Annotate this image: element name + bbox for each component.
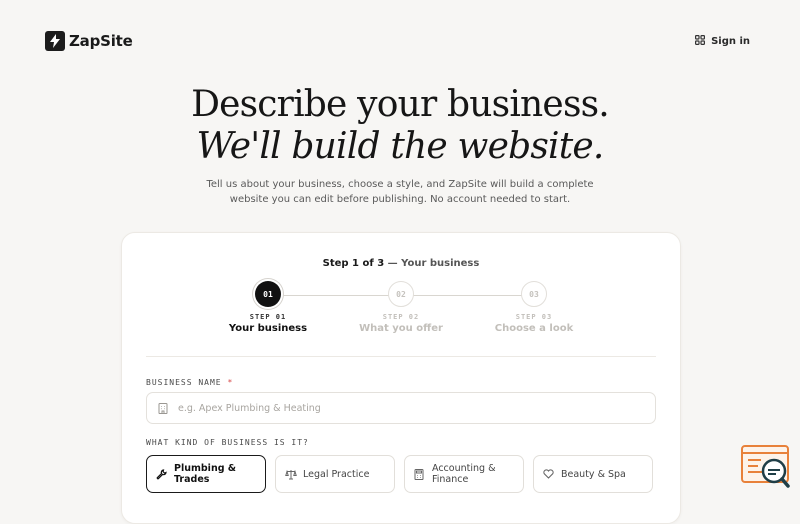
hero-subtitle-line1: Tell us about your business, choose a st…	[206, 179, 594, 190]
step-current: Step 1 of 3	[322, 258, 385, 269]
business-name-placeholder: e.g. Apex Plumbing & Heating	[178, 402, 321, 414]
option-plumbing-trades[interactable]: Plumbing & Trades	[146, 455, 266, 493]
option-line1: Accounting &	[432, 463, 496, 474]
hero-title-line1: Describe your business.	[191, 84, 610, 125]
step-1-circle: 01	[255, 281, 281, 307]
option-plumbing-trades-label: Plumbing & Trades	[174, 463, 236, 485]
option-beauty-spa[interactable]: Beauty & Spa	[533, 455, 653, 493]
option-accounting-finance-label: Accounting & Finance	[432, 463, 495, 485]
step-name: Your business	[401, 258, 480, 269]
step-1[interactable]: 01 STEP 01 Your business	[203, 281, 333, 334]
step-3-circle: 03	[521, 281, 547, 307]
hero-subtitle: Tell us about your business, choose a st…	[0, 177, 800, 207]
business-name-input[interactable]: e.g. Apex Plumbing & Heating	[146, 392, 656, 424]
divider	[146, 356, 656, 357]
grid-icon	[695, 35, 706, 48]
sign-in-label: Sign in	[711, 36, 750, 47]
step-header: Step 1 of 3 — Your business	[122, 258, 680, 269]
step-1-number: STEP 01	[249, 313, 287, 321]
option-line2: Trades	[174, 474, 210, 485]
sign-in-button[interactable]: Sign in	[695, 35, 750, 48]
help-widget-button[interactable]	[741, 445, 791, 489]
step-3-label: Choose a look	[494, 323, 574, 334]
step-2-label: What you offer	[359, 323, 443, 334]
step-3-number: STEP 03	[515, 313, 553, 321]
business-name-label-text: BUSINESS NAME	[146, 378, 222, 387]
option-beauty-spa-label: Beauty & Spa	[561, 468, 626, 480]
step-separator: —	[384, 258, 402, 269]
wizard-card: Step 1 of 3 — Your business 01 STEP 01 Y…	[121, 232, 681, 524]
search-help-icon	[741, 445, 790, 488]
business-name-label: BUSINESS NAME *	[146, 378, 233, 387]
lightning-bolt-icon	[45, 31, 65, 51]
brand-logo[interactable]: ZapSite	[45, 31, 133, 51]
calculator-icon	[414, 468, 426, 480]
building-icon	[158, 402, 170, 414]
option-accounting-finance[interactable]: Accounting & Finance	[404, 455, 524, 493]
option-legal-practice-label: Legal Practice	[303, 468, 370, 480]
business-kind-options: Plumbing & Trades Legal Practice Account…	[146, 455, 653, 493]
wrench-icon	[156, 468, 168, 480]
required-mark: *	[227, 378, 234, 387]
heart-icon	[543, 469, 555, 479]
hero-subtitle-line2: website you can edit before publishing. …	[229, 194, 571, 205]
option-legal-practice[interactable]: Legal Practice	[275, 455, 395, 493]
option-line1: Plumbing &	[174, 463, 237, 474]
step-3[interactable]: 03 STEP 03 Choose a look	[469, 281, 599, 334]
scales-icon	[285, 469, 297, 480]
option-line2: Finance	[432, 474, 469, 485]
step-2-number: STEP 02	[382, 313, 420, 321]
business-kind-label: WHAT KIND OF BUSINESS IS IT?	[146, 438, 309, 447]
hero-title-line2: We'll build the website.	[196, 126, 604, 167]
step-2-circle: 02	[388, 281, 414, 307]
step-2[interactable]: 02 STEP 02 What you offer	[336, 281, 466, 334]
brand-name: ZapSite	[69, 32, 133, 50]
step-1-label: Your business	[228, 323, 308, 334]
